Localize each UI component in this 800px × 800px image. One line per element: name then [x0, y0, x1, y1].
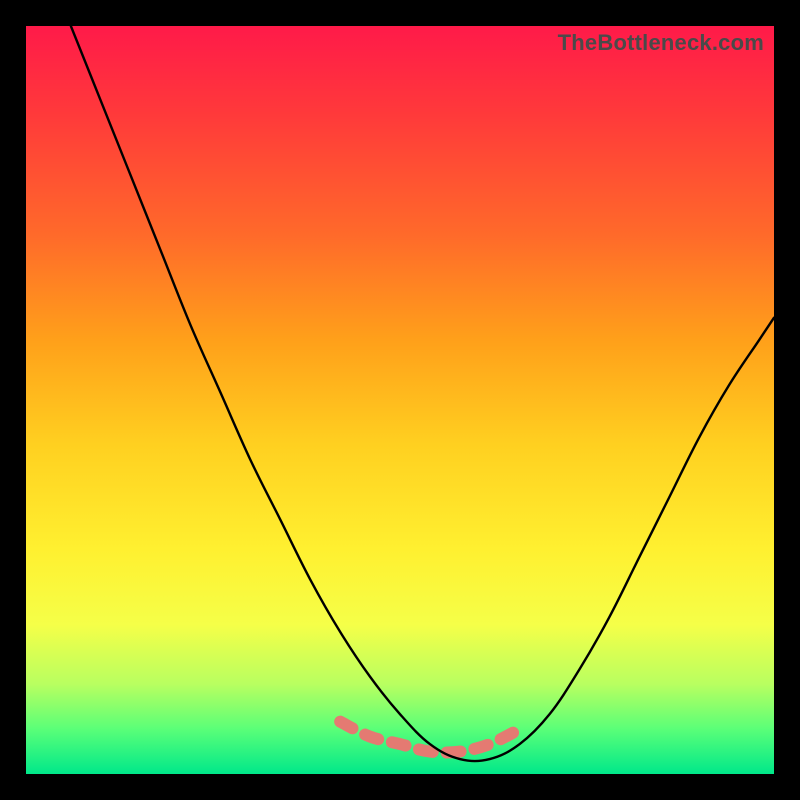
bottleneck-curve-path	[71, 26, 774, 761]
highlight-zone-path	[340, 722, 520, 753]
outer-frame: TheBottleneck.com	[0, 0, 800, 800]
chart-area: TheBottleneck.com	[26, 26, 774, 774]
curve-layer	[26, 26, 774, 774]
